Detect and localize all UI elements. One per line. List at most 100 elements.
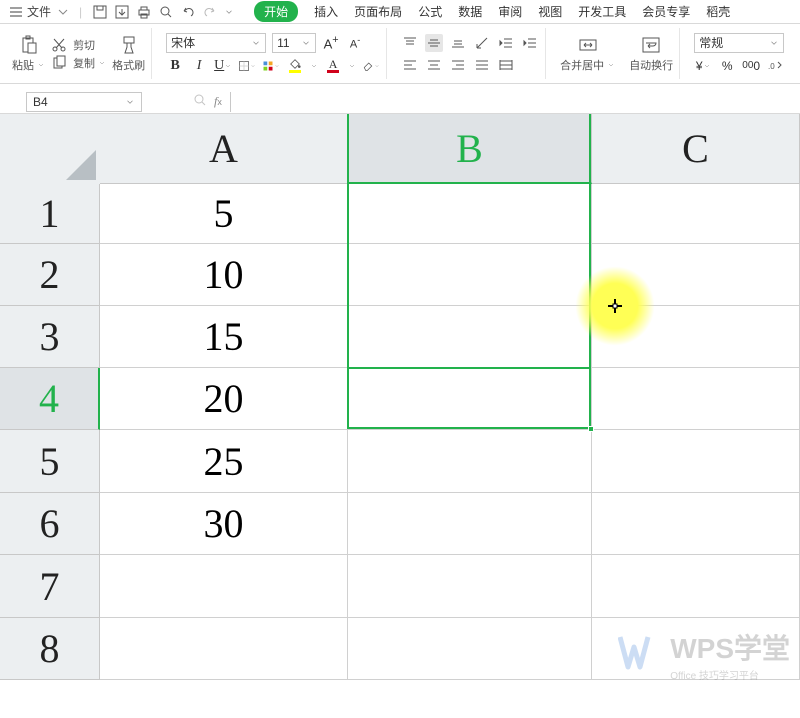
italic-button[interactable]: I — [190, 57, 208, 75]
align-top-button[interactable] — [401, 34, 419, 52]
currency-button[interactable]: ¥ — [694, 57, 712, 75]
chevron-down-icon — [55, 4, 71, 20]
row-header-4[interactable]: 4 — [0, 368, 100, 430]
row-header-5[interactable]: 5 — [0, 430, 100, 493]
tab-view[interactable]: 视图 — [538, 3, 562, 20]
increase-font-button[interactable]: A+ — [322, 34, 340, 52]
number-format-select[interactable]: 常规 — [694, 33, 784, 53]
cells-area[interactable]: 51015202530 — [100, 184, 800, 680]
fill-handle[interactable] — [588, 426, 594, 432]
cell-B6[interactable] — [348, 493, 592, 555]
row-header-7[interactable]: 7 — [0, 555, 100, 618]
tab-last[interactable]: 稻壳 — [706, 3, 730, 20]
copy-button[interactable]: 复制 — [51, 55, 106, 71]
formula-input[interactable] — [230, 92, 800, 112]
cell-C7[interactable] — [592, 555, 800, 618]
fx-function-button[interactable]: fx — [214, 94, 222, 109]
paste-button[interactable]: 粘贴 — [12, 35, 45, 73]
align-justify-button[interactable] — [473, 56, 491, 74]
cell-C2[interactable] — [592, 244, 800, 306]
row-header-1[interactable]: 1 — [0, 184, 100, 244]
column-header-C[interactable]: C — [592, 114, 800, 184]
worksheet[interactable]: ABC 12345678 51015202530 WPS学堂 Office 技巧… — [0, 114, 800, 692]
cell-A6[interactable]: 30 — [100, 493, 348, 555]
cell-A8[interactable] — [100, 618, 348, 680]
align-right-button[interactable] — [449, 56, 467, 74]
row-header-3[interactable]: 3 — [0, 306, 100, 368]
cell-A2[interactable]: 10 — [100, 244, 348, 306]
cut-button[interactable]: 剪切 — [51, 37, 106, 53]
cell-A5[interactable]: 25 — [100, 430, 348, 493]
tab-data[interactable]: 数据 — [458, 3, 482, 20]
increase-indent-button[interactable] — [521, 34, 539, 52]
wrap-text-button[interactable]: 自动换行 — [629, 35, 673, 73]
cell-A1[interactable]: 5 — [100, 184, 348, 244]
cell-B5[interactable] — [348, 430, 592, 493]
merge-center-button[interactable]: 合并居中 — [560, 35, 615, 73]
tab-dev[interactable]: 开发工具 — [578, 3, 626, 20]
fill-color-button[interactable] — [286, 57, 304, 75]
tab-page-layout[interactable]: 页面布局 — [354, 3, 402, 20]
cell-A7[interactable] — [100, 555, 348, 618]
align-bottom-button[interactable] — [449, 34, 467, 52]
file-menu[interactable]: 文件 — [4, 3, 75, 20]
column-header-B[interactable]: B — [348, 114, 592, 184]
row-header-2[interactable]: 2 — [0, 244, 100, 306]
name-box[interactable]: B4 — [26, 92, 142, 112]
row-header-8[interactable]: 8 — [0, 618, 100, 680]
qat-redo-button[interactable] — [202, 4, 218, 20]
align-left-button[interactable] — [401, 56, 419, 74]
orientation-button[interactable] — [473, 34, 491, 52]
qat-undo-button[interactable] — [180, 4, 196, 20]
tab-start[interactable]: 开始 — [254, 1, 298, 22]
cell-B8[interactable] — [348, 618, 592, 680]
format-painter-button[interactable]: 格式刷 — [112, 35, 145, 73]
cell-style-button[interactable] — [262, 57, 280, 75]
qat-preview-button[interactable] — [158, 4, 174, 20]
decrease-font-button[interactable]: A- — [346, 34, 364, 52]
wrap-icon — [641, 35, 661, 55]
cell-B3[interactable] — [348, 306, 592, 368]
tab-formulas[interactable]: 公式 — [418, 3, 442, 20]
align-center-button[interactable] — [425, 56, 443, 74]
distribute-button[interactable] — [497, 56, 515, 74]
qat-more-button[interactable] — [224, 7, 234, 17]
chevron-down-icon[interactable] — [310, 62, 318, 70]
tab-review[interactable]: 审阅 — [498, 3, 522, 20]
comma-button[interactable]: 000 — [742, 57, 760, 75]
font-name-select[interactable]: 宋体 — [166, 33, 266, 53]
tab-vip[interactable]: 会员专享 — [642, 3, 690, 20]
select-all-corner[interactable] — [0, 114, 100, 184]
chevron-down-icon[interactable] — [348, 62, 356, 70]
cell-A3[interactable]: 15 — [100, 306, 348, 368]
increase-decimal-button[interactable]: .0 — [766, 57, 784, 75]
font-size-select[interactable]: 11 — [272, 33, 316, 53]
qat-save-button[interactable] — [92, 4, 108, 20]
cell-A4[interactable]: 20 — [100, 368, 348, 430]
column-header-A[interactable]: A — [100, 114, 348, 184]
decrease-indent-button[interactable] — [497, 34, 515, 52]
font-color-button[interactable]: A — [324, 57, 342, 75]
cell-B2[interactable] — [348, 244, 592, 306]
bold-button[interactable]: B — [166, 57, 184, 75]
cell-B4[interactable] — [348, 368, 592, 430]
cell-C4[interactable] — [592, 368, 800, 430]
underline-button[interactable]: U — [214, 57, 232, 75]
tab-insert[interactable]: 插入 — [314, 3, 338, 20]
copy-label: 复制 — [73, 58, 95, 70]
cell-C3[interactable] — [592, 306, 800, 368]
cell-B1[interactable] — [348, 184, 592, 244]
cell-C1[interactable] — [592, 184, 800, 244]
qat-print-button[interactable] — [136, 4, 152, 20]
print-icon — [136, 4, 152, 20]
cell-C6[interactable] — [592, 493, 800, 555]
fx-cancel-button[interactable] — [192, 92, 208, 111]
percent-button[interactable]: % — [718, 57, 736, 75]
cell-B7[interactable] — [348, 555, 592, 618]
row-header-6[interactable]: 6 — [0, 493, 100, 555]
cell-C5[interactable] — [592, 430, 800, 493]
clear-format-button[interactable] — [362, 57, 380, 75]
align-middle-button[interactable] — [425, 34, 443, 52]
qat-output-button[interactable] — [114, 4, 130, 20]
border-button[interactable] — [238, 57, 256, 75]
